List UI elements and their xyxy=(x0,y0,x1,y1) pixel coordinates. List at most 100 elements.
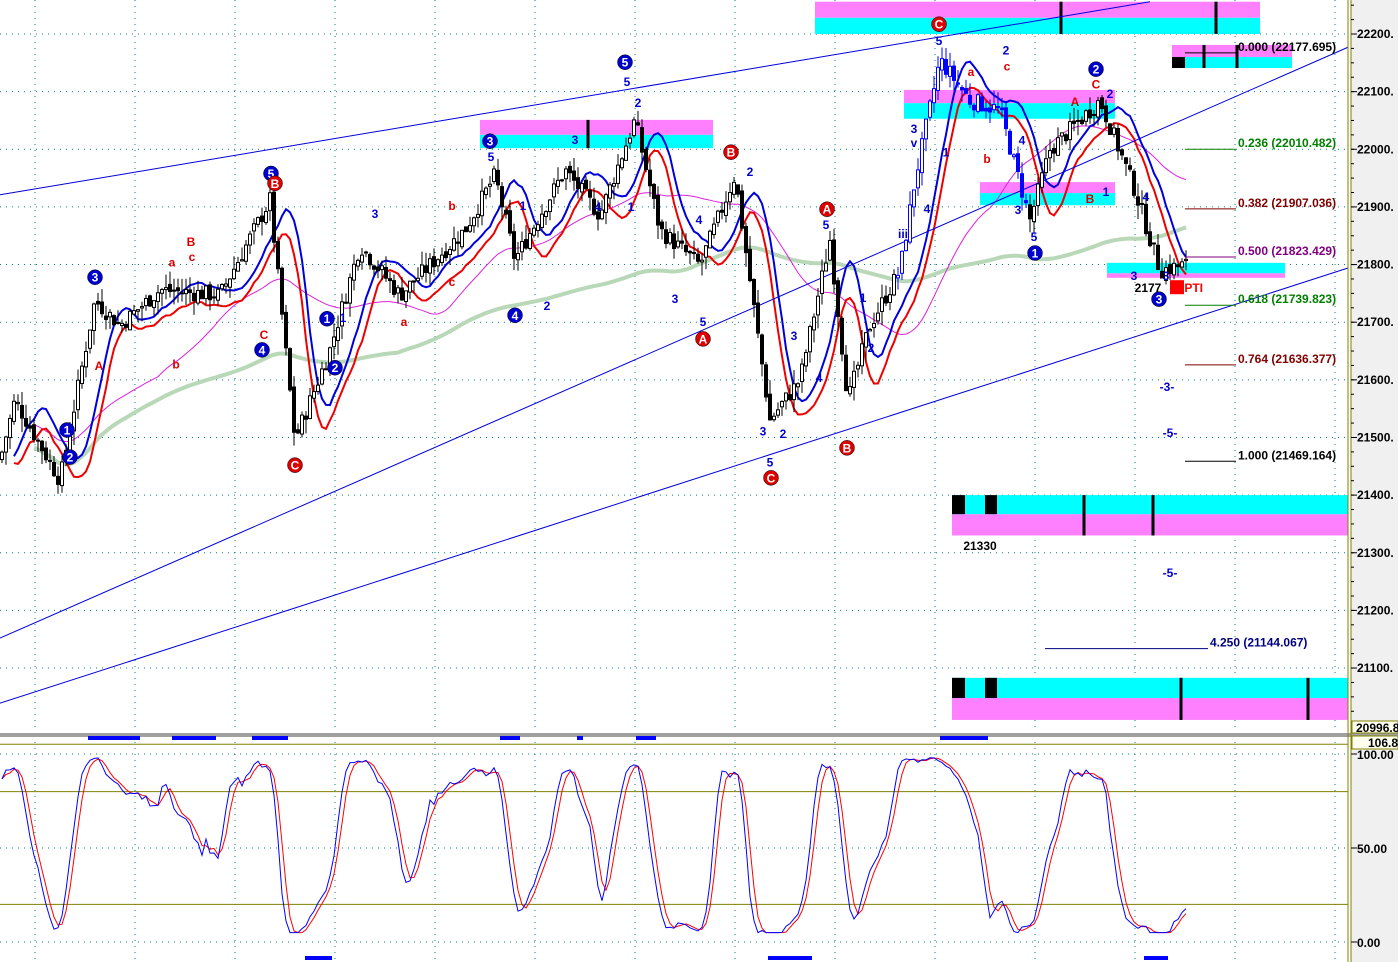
candle-body xyxy=(100,301,104,315)
candle-body xyxy=(760,334,764,365)
wave-label: 3 xyxy=(1163,269,1170,283)
wave-label: 5 xyxy=(488,150,495,164)
candle-body xyxy=(808,326,812,353)
wave-label: 3 xyxy=(672,292,679,306)
candle-body xyxy=(332,336,336,348)
candle-body xyxy=(264,210,268,224)
candle-body xyxy=(272,191,276,243)
candle-body xyxy=(436,259,440,267)
candle-body xyxy=(260,215,264,223)
candle-body xyxy=(956,82,960,85)
wave-label: -3- xyxy=(1160,380,1175,394)
candle-body xyxy=(364,251,368,254)
wave-label: 2 xyxy=(747,165,754,179)
candle-body xyxy=(20,404,24,419)
candle-body xyxy=(832,239,836,285)
candle-body xyxy=(1068,121,1072,141)
wave-label: b xyxy=(983,152,990,166)
candle-body xyxy=(452,238,456,251)
wave-label: 1 xyxy=(860,291,867,305)
wave-label: 5 xyxy=(624,75,631,89)
price-min-label: 20996.8 xyxy=(1356,721,1398,735)
fib-label: 0.618 (21739.823) xyxy=(1238,292,1336,306)
candle-body xyxy=(588,189,592,198)
candle-body xyxy=(128,310,132,331)
wave-label: c xyxy=(1004,59,1011,73)
candle-body xyxy=(12,400,16,422)
wave-circle-label: A xyxy=(823,203,832,217)
candle-body xyxy=(924,118,928,140)
trend-lines xyxy=(0,1,1349,704)
candle-body xyxy=(916,169,920,189)
wave-label: a xyxy=(968,65,975,79)
candle-body xyxy=(1124,157,1128,164)
candle-body xyxy=(1060,132,1064,137)
candle-body xyxy=(672,233,676,250)
candle-body xyxy=(1044,158,1048,174)
candle-body xyxy=(444,251,448,259)
candle-body xyxy=(764,364,768,398)
wave-circle-label: 2 xyxy=(1093,63,1100,77)
candle-body xyxy=(500,186,504,208)
candle-body xyxy=(132,310,136,315)
candle-body xyxy=(872,322,876,329)
candle-body xyxy=(928,100,932,118)
candle-body xyxy=(940,58,944,71)
candle-body xyxy=(1040,172,1044,188)
candle-body xyxy=(696,253,700,262)
candle-body xyxy=(624,145,628,161)
wave-circle-label: 2 xyxy=(332,361,339,375)
candle-body xyxy=(372,265,376,270)
candle-body xyxy=(540,213,544,228)
wave-label: 2 xyxy=(1107,87,1114,101)
candle-body xyxy=(516,252,520,261)
candle-body xyxy=(860,343,864,367)
candle-body xyxy=(532,227,536,236)
time-marker xyxy=(636,736,656,740)
candle-body xyxy=(944,58,948,75)
candle-body xyxy=(576,177,580,190)
wave-label: C xyxy=(260,328,269,342)
wave-label: A xyxy=(1071,95,1080,109)
ma-long-line xyxy=(33,225,1187,467)
candle-body xyxy=(56,475,60,485)
candle-body xyxy=(952,65,956,81)
wave-label: 4 xyxy=(696,213,703,227)
wave-label: 21330 xyxy=(963,539,997,553)
candle-body xyxy=(1064,134,1068,142)
time-marker xyxy=(768,956,812,960)
candle-body xyxy=(812,316,816,331)
candle-body xyxy=(536,224,540,231)
candle-body xyxy=(468,225,472,232)
candle-body xyxy=(524,239,528,249)
wave-label: B xyxy=(187,235,196,249)
candle-body xyxy=(324,368,328,371)
candle-body xyxy=(52,461,56,477)
candle-body xyxy=(424,265,428,273)
candle-body xyxy=(612,183,616,187)
candle-body xyxy=(160,289,164,294)
candle-body xyxy=(552,183,556,198)
time-marker xyxy=(305,956,332,960)
candle-body xyxy=(968,94,972,105)
candle-body xyxy=(792,383,796,401)
candle-body xyxy=(196,289,200,304)
wave-label: 1 xyxy=(340,311,347,325)
wave-label: 2 xyxy=(780,427,787,441)
candle-body xyxy=(376,266,380,272)
candle-body xyxy=(296,429,300,434)
wave-label: 2177 xyxy=(1135,281,1162,295)
zone-cyan xyxy=(1172,57,1292,69)
candle-body xyxy=(1096,100,1100,118)
candle-body xyxy=(900,250,904,274)
candle-body xyxy=(484,187,488,196)
candle-body xyxy=(344,301,348,304)
wave-label: 2 xyxy=(635,96,642,110)
candle-body xyxy=(60,461,64,487)
wave-circle-label: 1 xyxy=(64,423,71,437)
candle-body xyxy=(176,287,180,292)
candle-body xyxy=(964,87,968,94)
candle-body xyxy=(892,274,896,296)
candle-body xyxy=(1020,173,1024,198)
candle-body xyxy=(496,169,500,186)
